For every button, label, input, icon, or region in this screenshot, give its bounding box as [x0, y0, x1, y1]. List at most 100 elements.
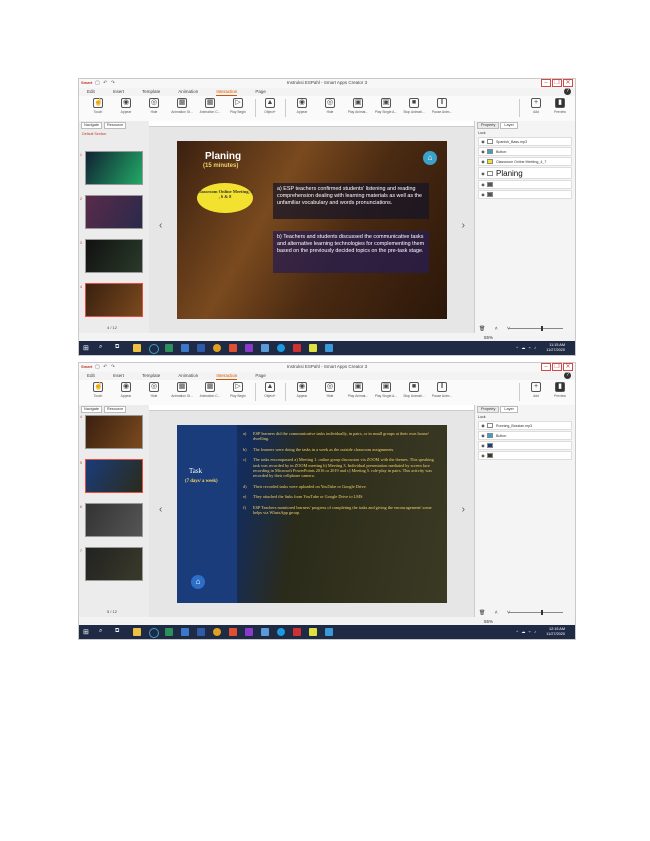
- animation-start-button[interactable]: ▦ Animation St...: [169, 382, 195, 398]
- home-icon[interactable]: ⌂: [423, 151, 437, 165]
- app-icon[interactable]: [245, 344, 253, 352]
- play-single-button[interactable]: ▣ Play Single A...: [373, 98, 399, 114]
- hide-button-2[interactable]: ◎ Hide: [317, 98, 343, 114]
- tab-layer[interactable]: Layer: [500, 122, 518, 129]
- app-icon[interactable]: [261, 344, 269, 352]
- eye-icon[interactable]: ◉: [479, 423, 487, 428]
- next-slide-arrow[interactable]: ›: [462, 220, 465, 231]
- layer-controls[interactable]: 🗑 ˄ ˅: [479, 610, 514, 616]
- slide-task[interactable]: Task (7 days/ a week) ⌂ a) ESP learners d…: [177, 425, 447, 603]
- appear-button-2[interactable]: ◉ Appear: [289, 98, 315, 114]
- play-animation-button[interactable]: ▣ Play Animat...: [345, 98, 371, 114]
- slide-thumbnail[interactable]: [85, 151, 143, 185]
- menu-template[interactable]: Template: [142, 372, 160, 380]
- tab-resource[interactable]: Resource: [104, 406, 127, 413]
- preview-button[interactable]: ▮ Preview: [547, 382, 573, 398]
- appear-button-2[interactable]: ◉ Appear: [289, 382, 315, 398]
- slide-thumbnail[interactable]: [85, 195, 143, 229]
- minimize-button[interactable]: –: [541, 79, 551, 87]
- zoom-knob[interactable]: [541, 326, 543, 331]
- maximize-button[interactable]: ❐: [552, 363, 562, 371]
- menu-template[interactable]: Template: [142, 88, 160, 96]
- app-icon[interactable]: [309, 628, 317, 636]
- prev-slide-arrow[interactable]: ‹: [159, 504, 162, 515]
- tab-resource[interactable]: Resource: [104, 122, 127, 129]
- taskbar-clock[interactable]: 12:15 AM 11/27/2020: [546, 627, 565, 637]
- file-explorer-icon[interactable]: [133, 628, 141, 636]
- tab-layer[interactable]: Layer: [500, 406, 518, 413]
- layer-item[interactable]: ◉ Running_Bossian.mp3: [478, 421, 572, 430]
- word-icon[interactable]: [197, 344, 205, 352]
- slide-thumbnail[interactable]: [85, 503, 143, 537]
- eye-icon[interactable]: ◉: [479, 139, 487, 144]
- menu-edit[interactable]: Edit: [87, 88, 95, 96]
- layer-item[interactable]: ◉: [478, 180, 572, 189]
- slide-thumbnail-selected[interactable]: [85, 283, 143, 317]
- taskbar-clock[interactable]: 11:15 AM 11/27/2020: [546, 343, 565, 353]
- layer-item[interactable]: ◉: [478, 451, 572, 460]
- app-icon[interactable]: [325, 628, 333, 636]
- app-icon[interactable]: [309, 344, 317, 352]
- touch-button[interactable]: ☝ Touch: [85, 98, 111, 114]
- menu-interaction[interactable]: Interaction: [216, 88, 238, 96]
- search-icon[interactable]: ⌕: [99, 628, 107, 636]
- section-label[interactable]: Default Section: [79, 130, 149, 138]
- pause-animation-button[interactable]: ‖ Pause Anim...: [429, 98, 455, 114]
- eye-icon[interactable]: ◉: [479, 159, 487, 164]
- eye-icon[interactable]: ◉: [479, 453, 487, 458]
- eye-icon[interactable]: ◉: [479, 171, 487, 176]
- app-icon[interactable]: [325, 344, 333, 352]
- tab-property[interactable]: Property: [477, 406, 500, 413]
- layer-item[interactable]: ◉ Classroom Online Meeting_4_7: [478, 157, 572, 166]
- system-tray-icons[interactable]: ^ ☁ ⌁ ♪: [516, 345, 537, 350]
- animation-control-button[interactable]: ▦ Animation C...: [197, 382, 223, 398]
- minimize-button[interactable]: –: [541, 363, 551, 371]
- slide-thumbnail[interactable]: [85, 415, 143, 449]
- app-icon[interactable]: [229, 344, 237, 352]
- zoom-slider[interactable]: [508, 328, 563, 329]
- play-animation-button[interactable]: ▣ Play Animat...: [345, 382, 371, 398]
- menu-edit[interactable]: Edit: [87, 372, 95, 380]
- edge-icon[interactable]: [277, 628, 285, 636]
- layer-item[interactable]: ◉ Button: [478, 147, 572, 156]
- menu-page[interactable]: Page: [255, 88, 266, 96]
- chrome-icon[interactable]: [213, 628, 221, 636]
- tab-property[interactable]: Property: [477, 122, 500, 129]
- add-button[interactable]: + Add: [523, 382, 549, 398]
- zoom-slider[interactable]: [508, 612, 563, 613]
- app-icon[interactable]: [165, 344, 173, 352]
- stop-animation-button[interactable]: ■ Stop Animati...: [401, 382, 427, 398]
- app-icon[interactable]: [229, 628, 237, 636]
- next-slide-arrow[interactable]: ›: [462, 504, 465, 515]
- app-icon[interactable]: [181, 344, 189, 352]
- menu-animation[interactable]: Animation: [178, 88, 198, 96]
- chrome-icon[interactable]: [213, 344, 221, 352]
- tab-navigate[interactable]: Navigate: [81, 122, 102, 129]
- eye-icon[interactable]: ◉: [479, 443, 487, 448]
- stop-animation-button[interactable]: ■ Stop Animati...: [401, 98, 427, 114]
- preview-button[interactable]: ▮ Preview: [547, 98, 573, 114]
- object-plus-button[interactable]: ▲ Object+: [257, 98, 283, 114]
- home-icon[interactable]: ⌂: [191, 575, 205, 589]
- animation-start-button[interactable]: ▦ Animation St...: [169, 98, 195, 114]
- cortana-icon[interactable]: [149, 344, 159, 354]
- windows-start-icon[interactable]: ⊞: [83, 628, 91, 636]
- pause-animation-button[interactable]: ‖ Pause Anim...: [429, 382, 455, 398]
- touch-button[interactable]: ☝ Touch: [85, 382, 111, 398]
- hide-button-2[interactable]: ◎ Hide: [317, 382, 343, 398]
- app-icon[interactable]: [245, 628, 253, 636]
- menu-insert[interactable]: Insert: [113, 88, 124, 96]
- layer-controls[interactable]: 🗑 ˄ ˅: [479, 326, 514, 332]
- maximize-button[interactable]: ❐: [552, 79, 562, 87]
- smart-apps-icon[interactable]: [293, 344, 301, 352]
- slide-thumbnail[interactable]: [85, 547, 143, 581]
- add-button[interactable]: + Add: [523, 98, 549, 114]
- hide-button[interactable]: ◎ Hide: [141, 382, 167, 398]
- slide-thumbnail[interactable]: [85, 239, 143, 273]
- task-view-icon[interactable]: ⧉: [115, 344, 123, 352]
- appear-button[interactable]: ◉ Appear: [113, 382, 139, 398]
- cortana-icon[interactable]: [149, 628, 159, 638]
- prev-slide-arrow[interactable]: ‹: [159, 220, 162, 231]
- eye-icon[interactable]: ◉: [479, 433, 487, 438]
- close-button[interactable]: ✕: [563, 79, 573, 87]
